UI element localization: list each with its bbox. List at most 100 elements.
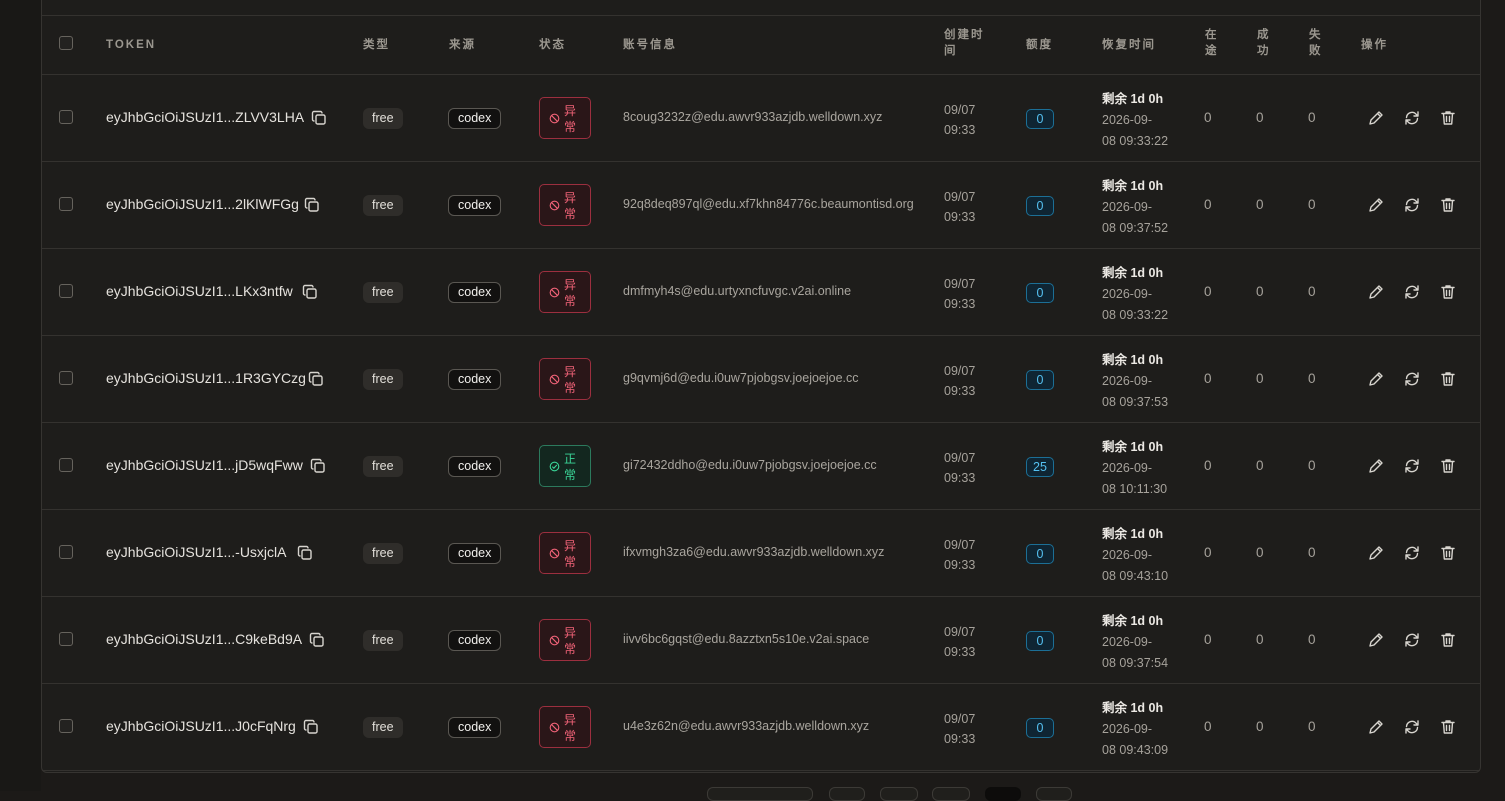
pager-page-current[interactable] [985,787,1021,801]
fail-count: 0 [1308,371,1316,386]
trash-icon[interactable] [1439,283,1457,301]
edit-icon[interactable] [1367,109,1385,127]
refresh-icon[interactable] [1403,196,1421,214]
fail-count: 0 [1308,110,1316,125]
header-created-line2: 间 [944,45,958,57]
header-inflight-line1: 在 [1205,29,1219,41]
header-success-line1: 成 [1257,29,1271,41]
fail-count: 0 [1308,458,1316,473]
token-text: eyJhbGciOiJSUzI1...1R3GYCzg [106,370,306,386]
ban-icon [549,113,560,124]
edit-icon[interactable] [1367,196,1385,214]
recover-remaining: 剩余 1d 0h [1102,179,1164,193]
quota-badge: 0 [1026,283,1054,303]
refresh-icon[interactable] [1403,631,1421,649]
recover-remaining: 剩余 1d 0h [1102,353,1164,367]
recover-date-line2: 08 09:37:54 [1102,656,1169,670]
recover-date-line1: 2026-09- [1102,200,1153,214]
trash-icon[interactable] [1439,370,1457,388]
trash-icon[interactable] [1439,196,1457,214]
trash-icon[interactable] [1439,457,1457,475]
row-checkbox[interactable] [59,632,73,646]
edit-icon[interactable] [1367,370,1385,388]
copy-icon[interactable] [304,197,320,213]
trash-icon[interactable] [1439,631,1457,649]
recover-time: 剩余 1d 0h 2026-09- 08 09:37:53 [1102,350,1168,413]
trash-icon[interactable] [1439,718,1457,736]
recover-remaining: 剩余 1d 0h [1102,614,1164,628]
created-time: 09/07 09:33 [944,361,975,401]
row-checkbox[interactable] [59,197,73,211]
pager-page-button[interactable] [880,787,918,801]
pager-prev-button[interactable] [829,787,865,801]
account-email: ifxvmgh3za6@edu.awvr933azjdb.welldown.xy… [623,545,885,559]
header-status: 状态 [539,39,566,51]
recover-date-line2: 08 09:37:53 [1102,395,1169,409]
fail-count: 0 [1308,632,1316,647]
pager-next-button[interactable] [1036,787,1072,801]
status-label-line1: 异 [564,104,577,118]
recover-date-line1: 2026-09- [1102,113,1153,127]
pager-page-button[interactable] [932,787,970,801]
trash-icon[interactable] [1439,544,1457,562]
status-badge: 异 常 [539,532,591,574]
copy-icon[interactable] [303,719,319,735]
refresh-icon[interactable] [1403,544,1421,562]
refresh-icon[interactable] [1403,718,1421,736]
row-checkbox[interactable] [59,719,73,733]
created-time: 09/07 09:33 [944,100,975,140]
edit-icon[interactable] [1367,631,1385,649]
status-label-line2: 常 [564,555,577,569]
quota-badge: 0 [1026,544,1054,564]
edit-icon[interactable] [1367,283,1385,301]
refresh-icon[interactable] [1403,457,1421,475]
table-row: eyJhbGciOiJSUzI1...LKx3ntfw free codex 异… [42,249,1480,336]
ban-icon [549,722,560,733]
edit-icon[interactable] [1367,718,1385,736]
trash-icon[interactable] [1439,109,1457,127]
created-date: 09/07 [944,712,976,726]
table-row: eyJhbGciOiJSUzI1...-UsxjclA free codex 异… [42,510,1480,597]
success-count: 0 [1256,545,1264,560]
refresh-icon[interactable] [1403,370,1421,388]
quota-badge: 25 [1026,457,1054,477]
header-fail: 失 败 [1309,27,1323,59]
status-label-line2: 常 [564,468,577,482]
copy-icon[interactable] [309,632,325,648]
type-badge: free [363,630,403,651]
type-badge: free [363,456,403,477]
recover-time: 剩余 1d 0h 2026-09- 08 09:43:10 [1102,524,1168,587]
type-badge: free [363,369,403,390]
edit-icon[interactable] [1367,544,1385,562]
header-account: 账号信息 [623,39,677,51]
recover-date-line2: 08 09:37:52 [1102,221,1169,235]
copy-icon[interactable] [310,458,326,474]
table-row: eyJhbGciOiJSUzI1...C9keBd9A free codex 异… [42,597,1480,684]
status-label-line2: 常 [564,294,577,308]
select-all-checkbox[interactable] [59,36,73,50]
refresh-icon[interactable] [1403,109,1421,127]
status-badge: 异 常 [539,184,591,226]
status-label-line2: 常 [564,642,577,656]
created-date: 09/07 [944,103,976,117]
recover-time: 剩余 1d 0h 2026-09- 08 09:37:54 [1102,611,1168,674]
recover-date-line1: 2026-09- [1102,722,1153,736]
recover-date-line2: 08 09:33:22 [1102,308,1169,322]
header-fail-line1: 失 [1309,29,1323,41]
row-checkbox[interactable] [59,110,73,124]
success-count: 0 [1256,197,1264,212]
row-checkbox[interactable] [59,371,73,385]
row-checkbox[interactable] [59,284,73,298]
copy-icon[interactable] [311,110,327,126]
copy-icon[interactable] [308,371,324,387]
status-badge: 异 常 [539,271,591,313]
status-label-line1: 异 [564,539,577,553]
row-checkbox[interactable] [59,545,73,559]
copy-icon[interactable] [302,284,318,300]
table-row: eyJhbGciOiJSUzI1...J0cFqNrg free codex 异… [42,684,1480,771]
edit-icon[interactable] [1367,457,1385,475]
page-size-select[interactable] [707,787,813,801]
row-checkbox[interactable] [59,458,73,472]
refresh-icon[interactable] [1403,283,1421,301]
copy-icon[interactable] [297,545,313,561]
